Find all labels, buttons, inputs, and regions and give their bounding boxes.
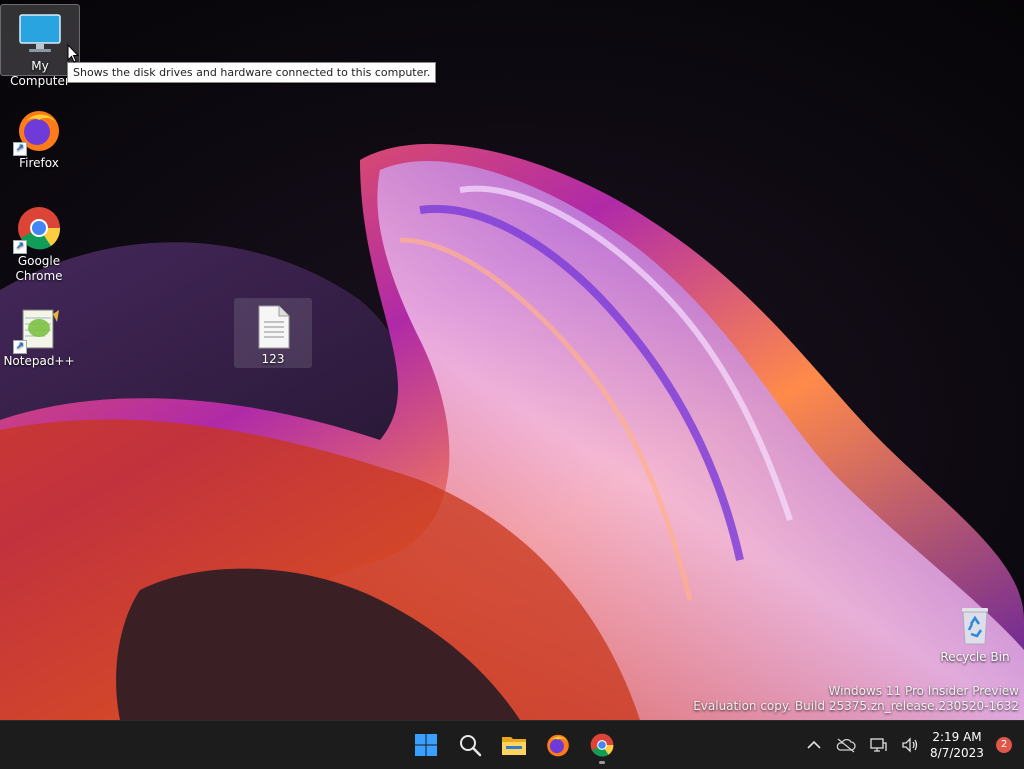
volume-button[interactable] [894,725,926,765]
desktop-icon-label: 123 [261,352,285,366]
watermark-line-2: Evaluation copy. Build 25375.zn_release.… [693,699,1019,713]
chrome-icon [590,733,614,757]
desktop-icon-firefox[interactable]: ↗ Firefox [0,102,78,171]
desktop-icon-label: Firefox [19,156,59,170]
desktop-icon-text-file[interactable]: 123 [234,298,312,368]
shortcut-arrow-icon: ↗ [13,340,27,354]
volume-icon [902,737,918,753]
desktop-icon-label: Google Chrome [15,254,63,283]
recycle-bin-icon [951,600,999,648]
taskbar-file-explorer[interactable] [492,725,536,765]
network-icon [870,738,887,752]
network-button[interactable] [862,725,894,765]
show-hidden-icons-button[interactable] [798,725,830,765]
shortcut-arrow-icon: ↗ [13,142,27,156]
taskbar-firefox[interactable] [536,725,580,765]
cloud-offline-icon [836,738,856,753]
mouse-cursor-icon [67,43,80,68]
search-icon [460,735,482,757]
desktop-icon-chrome[interactable]: ↗ Google Chrome [0,200,78,284]
taskbar-clock[interactable]: 2:19 AM 8/7/2023 [926,729,988,761]
desktop-icon-label: Notepad++ [3,354,75,368]
desktop-icon-notepadpp[interactable]: ↗ Notepad++ [0,300,78,369]
taskbar: 2:19 AM 8/7/2023 2 [0,720,1024,769]
chevron-up-icon [807,740,821,749]
search-button[interactable] [448,725,492,765]
system-tray: 2:19 AM 8/7/2023 2 [798,721,1024,769]
notification-badge[interactable]: 2 [996,737,1012,753]
os-watermark: Windows 11 Pro Insider Preview Evaluatio… [693,684,1019,714]
start-icon [415,734,437,756]
desktop-icon-recycle-bin[interactable]: Recycle Bin [936,596,1014,665]
file-explorer-icon [502,737,526,755]
taskbar-chrome[interactable] [580,725,624,765]
clock-time: 2:19 AM [932,730,982,744]
onedrive-status-button[interactable] [830,725,862,765]
firefox-icon: ↗ [13,106,63,156]
desktop-wallpaper [0,0,1024,720]
taskbar-app-area [404,721,624,769]
chrome-icon: ↗ [13,204,63,254]
notepadpp-icon: ↗ [13,304,63,354]
running-indicator [599,761,605,764]
watermark-line-1: Windows 11 Pro Insider Preview [828,684,1019,698]
text-file-icon [249,302,297,350]
clock-date: 8/7/2023 [930,746,984,760]
firefox-icon [547,734,569,757]
shortcut-arrow-icon: ↗ [13,240,27,254]
monitor-icon [16,9,64,57]
desktop-icon-label: Recycle Bin [940,650,1010,664]
start-button[interactable] [404,725,448,765]
tooltip: Shows the disk drives and hardware conne… [67,62,437,83]
